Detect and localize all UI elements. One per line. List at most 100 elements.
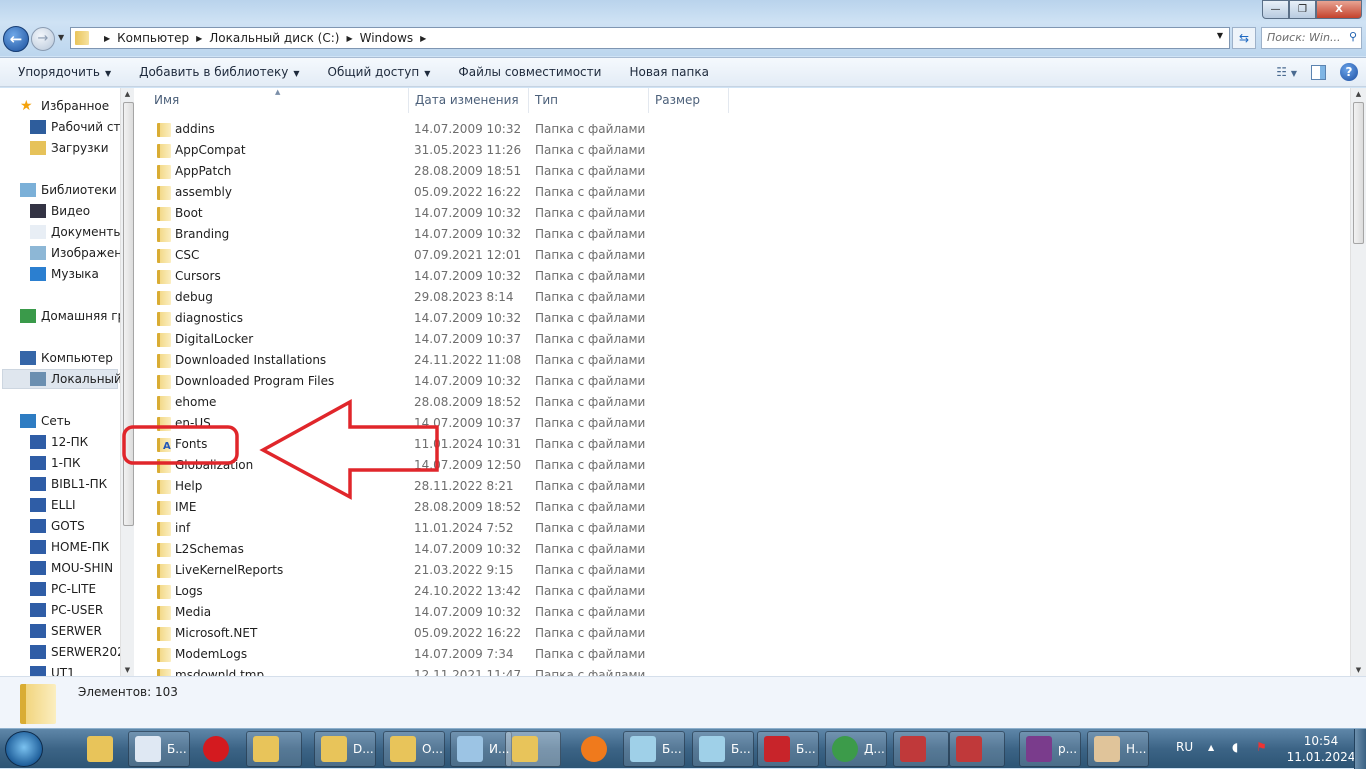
scroll-thumb[interactable] [123, 102, 134, 526]
nav-item[interactable]: GOTS [30, 516, 85, 536]
start-button[interactable] [5, 731, 43, 767]
show-desktop-button[interactable] [1354, 729, 1366, 769]
taskbar-button[interactable] [574, 731, 614, 767]
taskbar-button[interactable] [80, 731, 120, 767]
taskbar-button[interactable] [246, 731, 302, 767]
file-row[interactable]: AppPatch 28.08.2009 18:51 Папка с файлами [134, 161, 1350, 182]
show-hidden-icons[interactable]: ▲ [1208, 743, 1214, 752]
nav-item[interactable]: Документы [30, 222, 120, 242]
nav-item[interactable]: Музыка [30, 264, 99, 284]
file-row[interactable]: ehome 28.08.2009 18:52 Папка с файлами [134, 392, 1350, 413]
file-row[interactable]: msdownld.tmp 12.11.2021 11:47 Папка с файл… [134, 665, 1350, 676]
add-to-library-button[interactable]: Добавить в библиотеку ▼ [125, 65, 313, 79]
breadcrumb-computer[interactable]: Компьютер [117, 31, 189, 45]
new-folder-button[interactable]: Новая папка [615, 65, 722, 79]
close-button[interactable]: X [1316, 0, 1362, 19]
chevron-down-icon[interactable]: ▼ [1217, 31, 1223, 40]
nav-item[interactable]: BIBL1-ПК [30, 474, 107, 494]
taskbar-button[interactable] [949, 731, 1005, 767]
nav-scrollbar[interactable]: ▲ ▼ [120, 88, 134, 676]
column-header-date[interactable]: Дата изменения [409, 88, 529, 113]
maximize-button[interactable]: ❐ [1289, 0, 1316, 19]
scroll-down-arrow[interactable]: ▼ [1351, 666, 1366, 674]
nav-item[interactable]: ★ Избранное [20, 96, 109, 116]
compatibility-files-button[interactable]: Файлы совместимости [444, 65, 615, 79]
nav-item[interactable]: 12-ПК [30, 432, 88, 452]
refresh-button[interactable]: ⇆ [1232, 27, 1256, 49]
action-center-flag-icon[interactable]: ⚑ [1256, 740, 1267, 754]
nav-item[interactable]: Компьютер [20, 348, 113, 368]
nav-item[interactable]: SERWER [30, 621, 102, 641]
file-row[interactable]: debug 29.08.2023 8:14 Папка с файлами [134, 287, 1350, 308]
recent-pages-dropdown[interactable]: ▼ [58, 33, 64, 42]
minimize-button[interactable]: — [1262, 0, 1289, 19]
file-row[interactable]: ModemLogs 14.07.2009 7:34 Папка с файлами [134, 644, 1350, 665]
nav-item[interactable]: Видео [30, 201, 90, 221]
file-row[interactable]: DigitalLocker 14.07.2009 10:37 Папка с фай… [134, 329, 1350, 350]
taskbar-button[interactable]: D... [314, 731, 376, 767]
file-row[interactable]: LiveKernelReports 21.03.2022 9:15 Папка с … [134, 560, 1350, 581]
file-row[interactable]: Globalization 14.07.2009 12:50 Папка с фай… [134, 455, 1350, 476]
file-row[interactable]: L2Schemas 14.07.2009 10:32 Папка с файлами [134, 539, 1350, 560]
nav-item[interactable]: PC-LITE [30, 579, 96, 599]
file-row[interactable]: CSC 07.09.2021 12:01 Папка с файлами [134, 245, 1350, 266]
taskbar-button[interactable]: Б... [692, 731, 754, 767]
taskbar-button[interactable]: И... [450, 731, 512, 767]
scroll-down-arrow[interactable]: ▼ [121, 666, 134, 674]
file-row[interactable]: en-US 14.07.2009 10:37 Папка с файлами [134, 413, 1350, 434]
file-row[interactable]: IME 28.08.2009 18:52 Папка с файлами [134, 497, 1350, 518]
file-row[interactable]: Help 28.11.2022 8:21 Папка с файлами [134, 476, 1350, 497]
breadcrumb-local-disk[interactable]: Локальный диск (C:) [209, 31, 339, 45]
column-header-size[interactable]: Размер [649, 88, 729, 113]
taskbar-button[interactable]: Д... [825, 731, 887, 767]
nav-item[interactable]: Локальный диск (C:) [2, 369, 120, 389]
file-row[interactable]: assembly 05.09.2022 16:22 Папка с файлами [134, 182, 1350, 203]
taskbar-button[interactable] [893, 731, 949, 767]
taskbar-button[interactable]: Н... [1087, 731, 1149, 767]
taskbar-button[interactable]: О... [383, 731, 445, 767]
file-row[interactable]: Cursors 14.07.2009 10:32 Папка с файлами [134, 266, 1350, 287]
taskbar-button[interactable] [196, 731, 236, 767]
forward-button[interactable]: → [31, 27, 55, 51]
file-row[interactable]: Media 14.07.2009 10:32 Папка с файлами [134, 602, 1350, 623]
nav-item[interactable]: SERWER202 [30, 642, 120, 662]
address-bar[interactable]: ▶ Компьютер ▶ Локальный диск (C:) ▶ Wind… [70, 27, 1230, 49]
scroll-up-arrow[interactable]: ▲ [1351, 90, 1366, 98]
clock[interactable]: 10:54 11.01.2024 [1286, 733, 1356, 765]
scroll-thumb[interactable] [1353, 102, 1364, 244]
search-icon[interactable]: ⚲ [1349, 30, 1357, 43]
scroll-up-arrow[interactable]: ▲ [121, 90, 134, 98]
nav-item[interactable]: Загрузки [30, 138, 109, 158]
file-row[interactable]: AppCompat 31.05.2023 11:26 Папка с файлами [134, 140, 1350, 161]
breadcrumb-windows[interactable]: Windows [360, 31, 414, 45]
nav-item[interactable]: 1-ПК [30, 453, 81, 473]
preview-pane-icon[interactable] [1311, 64, 1326, 80]
file-row[interactable]: A Fonts 11.01.2024 10:31 Папка с файлами [134, 434, 1350, 455]
nav-item[interactable]: Домашняя группа [20, 306, 120, 326]
taskbar-button[interactable]: Б... [128, 731, 190, 767]
nav-item[interactable]: PC-USER [30, 600, 103, 620]
nav-item[interactable]: HOME-ПК [30, 537, 109, 557]
column-header-type[interactable]: Тип [529, 88, 649, 113]
breadcrumb-separator[interactable]: ▶ [420, 34, 426, 43]
nav-item[interactable]: MOU-SHIN [30, 558, 113, 578]
share-button[interactable]: Общий доступ ▼ [314, 65, 445, 79]
taskbar-button[interactable]: Б... [757, 731, 819, 767]
file-list-scrollbar[interactable]: ▲ ▼ [1350, 88, 1366, 676]
taskbar-button[interactable] [505, 731, 561, 767]
file-row[interactable]: Downloaded Program Files 14.07.2009 10:32… [134, 371, 1350, 392]
file-row[interactable]: Logs 24.10.2022 13:42 Папка с файлами [134, 581, 1350, 602]
language-indicator[interactable]: RU [1176, 740, 1193, 754]
nav-item[interactable]: Сеть [20, 411, 71, 431]
nav-item[interactable]: Рабочий стол [30, 117, 120, 137]
file-row[interactable]: diagnostics 14.07.2009 10:32 Папка с файла… [134, 308, 1350, 329]
file-row[interactable]: inf 11.01.2024 7:52 Папка с файлами [134, 518, 1350, 539]
nav-item[interactable]: ELLI [30, 495, 76, 515]
organize-button[interactable]: Упорядочить ▼ [0, 65, 125, 79]
search-input[interactable]: Поиск: Win... ⚲ [1261, 27, 1362, 49]
breadcrumb-separator[interactable]: ▶ [196, 34, 202, 43]
file-row[interactable]: Downloaded Installations 24.11.2022 11:08… [134, 350, 1350, 371]
help-icon[interactable]: ? [1340, 63, 1358, 81]
file-row[interactable]: Boot 14.07.2009 10:32 Папка с файлами [134, 203, 1350, 224]
nav-item[interactable]: Библиотеки [20, 180, 117, 200]
